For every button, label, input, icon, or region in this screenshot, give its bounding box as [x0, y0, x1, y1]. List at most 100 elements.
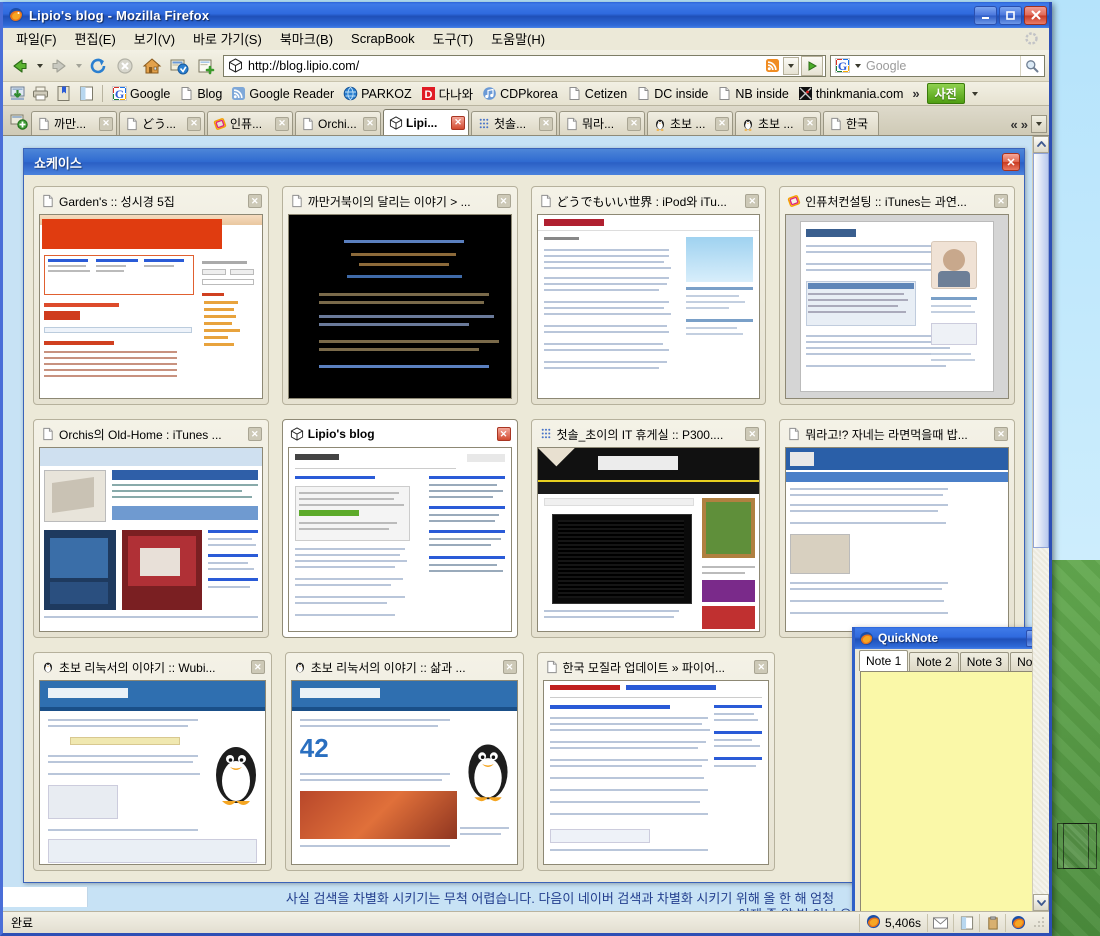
showcase-thumbnail[interactable]: [287, 214, 512, 399]
showcase-thumbnail[interactable]: [536, 447, 761, 632]
menu-help[interactable]: 도움말(H): [482, 27, 554, 50]
menu-go[interactable]: 바로 가기(S): [184, 27, 271, 50]
showcase-card-7[interactable]: 뭐라고!? 자네는 라면먹을때 밥... ✕: [779, 419, 1015, 638]
bookmark-icon[interactable]: [52, 84, 74, 104]
showcase-card-close[interactable]: ✕: [994, 427, 1008, 441]
showcase-thumbnail[interactable]: [39, 680, 266, 865]
search-bar[interactable]: G Google: [830, 54, 1045, 77]
tab-close-icon[interactable]: ✕: [451, 115, 465, 130]
feed-icon[interactable]: [763, 57, 781, 75]
tab-7[interactable]: 초보 ... ✕: [647, 111, 733, 135]
menu-edit[interactable]: 편집(E): [66, 27, 125, 50]
search-engine-dropdown-icon[interactable]: [853, 63, 863, 68]
showcase-thumbnail[interactable]: [39, 214, 263, 399]
showcase-card-8[interactable]: 초보 리눅서의 이야기 :: Wubi... ✕: [33, 652, 272, 871]
bookmark-cdpkorea[interactable]: CDPkorea: [478, 85, 562, 102]
tab-5[interactable]: 첫솔... ✕: [471, 111, 557, 135]
quicknote-minimize-button[interactable]: [1026, 629, 1032, 647]
search-input[interactable]: Google: [866, 59, 1020, 73]
tab-scroll-right[interactable]: »: [1021, 117, 1028, 132]
bookmark-danawa[interactable]: D 다나와: [417, 83, 478, 104]
tab-close-icon[interactable]: ✕: [275, 116, 289, 131]
tab-close-icon[interactable]: ✕: [187, 116, 201, 131]
scroll-down-button[interactable]: [1033, 894, 1049, 911]
menu-bookmarks[interactable]: 북마크(B): [271, 27, 342, 50]
bookmark-blog[interactable]: Blog: [175, 85, 226, 102]
showcase-card-5-active[interactable]: Lipio's blog ✕: [281, 419, 518, 638]
quicknote-tab-4[interactable]: Note 4: [1010, 652, 1032, 671]
scrapbook-add-icon[interactable]: [193, 53, 219, 79]
go-button[interactable]: [801, 55, 823, 76]
showcase-thumbnail[interactable]: 42: [290, 680, 518, 865]
tab-close-icon[interactable]: ✕: [803, 116, 817, 131]
showcase-card-1[interactable]: 까만거북이의 달리는 이야기 > ... ✕: [281, 186, 518, 405]
bookmark-google[interactable]: G Google: [108, 85, 174, 102]
tab-1[interactable]: どう... ✕: [119, 111, 205, 135]
sidebar-status-icon[interactable]: [953, 913, 979, 932]
showcase-card-close[interactable]: ✕: [247, 194, 262, 208]
tab-close-icon[interactable]: ✕: [539, 116, 553, 131]
showcase-card-close[interactable]: ✕: [745, 194, 760, 208]
showcase-card-close[interactable]: ✕: [994, 194, 1008, 208]
tab-8[interactable]: 초보 ... ✕: [735, 111, 821, 135]
back-dropdown-icon[interactable]: [34, 54, 45, 78]
gear-icon[interactable]: [1024, 31, 1039, 46]
showcase-card-close[interactable]: ✕: [496, 194, 511, 208]
bookmarks-dropdown-icon[interactable]: [971, 91, 978, 96]
bookmark-cetizen[interactable]: Cetizen: [563, 85, 631, 102]
bookmark-nb-inside[interactable]: NB inside: [713, 85, 793, 102]
showcase-thumbnail[interactable]: [542, 680, 770, 865]
clipboard-status-icon[interactable]: [979, 913, 1005, 932]
showcase-card-6[interactable]: 첫솔_초이의 IT 휴게실 :: P300.... ✕: [530, 419, 767, 638]
firefox-status-icon[interactable]: [1005, 913, 1031, 932]
tab-6[interactable]: 뭐라... ✕: [559, 111, 645, 135]
showcase-card-close[interactable]: ✕: [247, 427, 262, 441]
quicknote-tab-2[interactable]: Note 2: [909, 652, 959, 671]
showcase-card-3[interactable]: 인퓨처컨설팅 :: iTunes는 과연... ✕: [779, 186, 1015, 405]
quicknote-tab-1[interactable]: Note 1: [859, 650, 909, 671]
showcase-thumbnail[interactable]: [785, 214, 1009, 399]
tab-scroll-left[interactable]: «: [1011, 117, 1018, 132]
dictionary-button[interactable]: 사전: [926, 83, 965, 104]
showcase-card-10[interactable]: 한국 모질라 업데이트 » 파이어... ✕: [536, 652, 776, 871]
window-maximize-button[interactable]: [999, 5, 1022, 25]
resize-grip[interactable]: [1033, 916, 1047, 930]
showcase-thumbnail[interactable]: [39, 447, 263, 632]
showcase-card-close[interactable]: ✕: [250, 660, 265, 674]
load-timer[interactable]: 5,406s: [858, 913, 927, 932]
scrollbar-track[interactable]: [1033, 153, 1049, 894]
tab-list-dropdown-icon[interactable]: [1031, 115, 1047, 133]
scrollbar-thumb[interactable]: [1033, 153, 1049, 548]
sidebar-icon[interactable]: [75, 84, 97, 104]
quicknote-textarea[interactable]: [860, 671, 1032, 911]
tab-3[interactable]: Orchi... ✕: [295, 111, 381, 135]
showcase-thumbnail[interactable]: [785, 447, 1009, 632]
mail-status-icon[interactable]: [927, 913, 953, 932]
window-minimize-button[interactable]: [974, 5, 997, 25]
showcase-thumbnail[interactable]: [287, 447, 512, 632]
tab-close-icon[interactable]: ✕: [363, 116, 377, 131]
forward-dropdown-icon[interactable]: [73, 54, 84, 78]
menu-tools[interactable]: 도구(T): [424, 27, 483, 50]
showcase-card-close[interactable]: ✕: [745, 427, 760, 441]
showcase-thumbnail[interactable]: [536, 214, 761, 399]
tab-0[interactable]: 까만... ✕: [31, 111, 117, 135]
showcase-card-close[interactable]: ✕: [754, 660, 769, 674]
quicknote-tab-3[interactable]: Note 3: [959, 652, 1010, 671]
download-icon[interactable]: [6, 84, 28, 104]
back-arrow-icon[interactable]: [7, 53, 33, 79]
search-icon[interactable]: [1020, 55, 1042, 76]
window-close-button[interactable]: [1024, 5, 1047, 25]
tab-9[interactable]: 한국: [823, 111, 879, 135]
tab-close-icon[interactable]: ✕: [99, 116, 113, 131]
tab-close-icon[interactable]: ✕: [715, 116, 729, 131]
scrapbook-capture-icon[interactable]: [166, 53, 192, 79]
showcase-card-0[interactable]: Garden's :: 성시경 5집 ✕: [33, 186, 269, 405]
tab-4-active[interactable]: Lipi... ✕: [383, 109, 469, 135]
showcase-card-2[interactable]: どうでもいい世界 : iPod와 iTu... ✕: [530, 186, 767, 405]
scroll-up-button[interactable]: [1033, 136, 1049, 153]
page-scrollbar[interactable]: [1032, 136, 1049, 911]
menu-scrapbook[interactable]: ScrapBook: [342, 29, 424, 48]
urlbar-dropdown-button[interactable]: [783, 56, 799, 75]
menu-view[interactable]: 보기(V): [125, 27, 184, 50]
